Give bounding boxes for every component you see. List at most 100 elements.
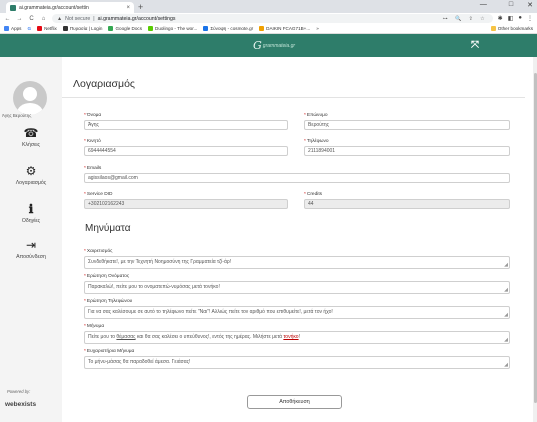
browser-tabstrip: ai.grammateia.gr/account/settin × + — □ … xyxy=(0,0,537,13)
bookmark-site-icon xyxy=(62,26,68,31)
last-name-group: *Επώνυμο Βερούτης xyxy=(304,113,510,130)
url-bar[interactable]: ▲ Not secure | ai.grammateia.gr/account/… xyxy=(52,14,493,23)
logo-text: grammateia.gr xyxy=(262,42,296,49)
sidebar-item-account[interactable]: ⚙ Λογαριασμός xyxy=(0,164,62,187)
logout-icon: ⇥ xyxy=(25,238,37,252)
resize-handle-icon[interactable]: ◢ xyxy=(504,363,508,368)
menu-kebab-icon[interactable]: ⋮ xyxy=(527,15,533,22)
ask-name-label: Ερώτηση Ονόματος xyxy=(86,274,130,279)
sidebar-item-label: Οδηγίες xyxy=(21,218,41,224)
fullscreen-expand-icon[interactable]: ⤧ xyxy=(471,40,479,51)
message-group: *Μήνυμα Πείτε μου το θέμασας και θα σας … xyxy=(84,324,510,344)
bookmark-item[interactable]: Πυρασία | Login xyxy=(62,26,102,31)
netflix-icon xyxy=(37,26,43,31)
spellcheck-word: θέμασας xyxy=(116,334,136,340)
message-label: Μήνυμα xyxy=(86,324,105,329)
url-text: ai.grammateia.gr/account/settings xyxy=(97,15,176,22)
profile-avatar-icon[interactable]: ● xyxy=(518,15,522,22)
other-bookmarks[interactable]: Other bookmarks xyxy=(490,26,533,31)
phone-field[interactable]: 2111894001 xyxy=(304,146,510,156)
message-textarea[interactable]: Πείτε μου το θέμασας και θα σας καλέσει … xyxy=(84,331,510,344)
security-status: Not secure xyxy=(65,15,91,22)
forward-arrow-icon[interactable]: → xyxy=(16,16,23,22)
sidebar-item-calls[interactable]: ☎ Κλήσεις xyxy=(0,127,62,149)
browser-tab[interactable]: ai.grammateia.gr/account/settin × xyxy=(6,2,134,13)
first-name-label: Όνομα xyxy=(86,113,102,118)
extension-icon[interactable]: ✱ xyxy=(498,15,503,22)
ask-phone-textarea[interactable]: Για να σας καλέσουμε σε αυτό το τηλέφωνο… xyxy=(84,306,510,319)
resize-handle-icon[interactable]: ◢ xyxy=(504,263,508,268)
sidebar-item-label: Κλήσεις xyxy=(21,142,41,148)
page-title: Λογαριασμός xyxy=(73,78,135,90)
first-name-field[interactable]: Άγης xyxy=(84,120,288,130)
bookmark-item[interactable]: Σύνοψη - cosmote.gr xyxy=(203,26,253,31)
emails-field[interactable]: agissilaos@gmail.com xyxy=(84,173,510,183)
greeting-label: Χαιρετισμός xyxy=(86,249,113,254)
app-header: G grammateia.gr ⤧ xyxy=(0,34,537,57)
divider xyxy=(62,97,525,98)
sidebar: Άγης Βερούτης ☎ Κλήσεις ⚙ Λογαριασμός ℹ … xyxy=(0,57,62,422)
bookmarks-overflow-button[interactable]: » xyxy=(316,26,319,31)
extensions-area: ✱ ◧ ● ⋮ xyxy=(498,15,533,22)
bookmark-item[interactable]: Duolingo - The wor... xyxy=(148,26,197,31)
restore-button[interactable]: □ xyxy=(509,1,513,9)
first-name-group: *Όνομα Άγης xyxy=(84,113,288,130)
back-arrow-icon[interactable]: ← xyxy=(4,16,11,22)
resize-handle-icon[interactable]: ◢ xyxy=(504,313,508,318)
brand-logo[interactable]: webexists xyxy=(5,401,36,408)
main-content: Λογαριασμός *Όνομα Άγης *Επώνυμο Βερούτη… xyxy=(62,57,537,422)
sidebar-username: Άγης Βερούτης xyxy=(2,113,32,118)
sidepanel-icon[interactable]: ◧ xyxy=(508,15,514,22)
save-button[interactable]: Αποθήκευση xyxy=(247,395,342,409)
powered-by-label: Powered by: xyxy=(7,389,31,394)
bookmark-item[interactable]: G xyxy=(27,26,31,31)
close-window-button[interactable]: ✕ xyxy=(527,1,533,9)
resize-handle-icon[interactable]: ◢ xyxy=(504,288,508,293)
emails-group: *Emails agissilaos@gmail.com xyxy=(84,166,510,183)
google-docs-icon xyxy=(108,26,114,31)
reload-icon[interactable]: C xyxy=(28,16,35,22)
bookmark-item[interactable]: Netflix xyxy=(37,26,57,31)
ask-phone-group: *Ερώτηση Τηλεφώνου Για να σας καλέσουμε … xyxy=(84,299,510,319)
new-tab-button[interactable]: + xyxy=(138,2,143,13)
ask-phone-label: Ερώτηση Τηλεφώνου xyxy=(86,299,133,304)
sidebar-item-logout[interactable]: ⇥ Αποσύνδεση xyxy=(0,238,62,261)
credits-label: Credits xyxy=(306,192,323,197)
spellcheck-word: τονήκο xyxy=(283,334,299,340)
cosmote-icon xyxy=(203,26,209,31)
bookmark-item[interactable]: DAIKIN FCAG71B+... xyxy=(259,26,310,31)
bookmark-item[interactable]: Google Docs xyxy=(108,26,142,31)
apps-grid-icon xyxy=(4,26,9,31)
thanks-group: *Ευχαριστήρια Μήνυμα Το μήνυ-μάσας θα πα… xyxy=(84,349,510,369)
last-name-label: Επώνυμο xyxy=(306,113,328,118)
greeting-textarea[interactable]: Συνδεθήκατε!, με την Τεχνητή Νοημοσύνη τ… xyxy=(84,256,510,269)
tab-close-icon[interactable]: × xyxy=(126,5,130,11)
app-logo[interactable]: G grammateia.gr xyxy=(253,39,295,52)
resize-handle-icon[interactable]: ◢ xyxy=(504,338,508,343)
credits-field: 44 xyxy=(304,199,510,209)
mobile-field[interactable]: 6944444554 xyxy=(84,146,288,156)
mobile-group: *Κινητό 6944444554 xyxy=(84,139,288,156)
last-name-field[interactable]: Βερούτης xyxy=(304,120,510,130)
phone-group: *Τηλέφωνο 2111894001 xyxy=(304,139,510,156)
tab-title: ai.grammateia.gr/account/settin xyxy=(19,4,89,11)
ask-name-group: *Ερώτηση Ονόματος Παρακαλώ!, πείτε μου τ… xyxy=(84,274,510,294)
sidebar-item-instructions[interactable]: ℹ Οδηγίες xyxy=(0,203,62,225)
scrollbar-thumb[interactable] xyxy=(533,73,537,403)
home-icon[interactable]: ⌂ xyxy=(40,16,47,22)
page-scrollbar[interactable] xyxy=(533,57,537,422)
omnibox-actions-icons[interactable]: ⊶ 🔍 ⇪ ☆ xyxy=(443,16,488,22)
thanks-textarea[interactable]: Το μήνυ-μάσας θα παραδοθεί άμεσα. Γειάσα… xyxy=(84,356,510,369)
minimize-button[interactable]: — xyxy=(480,1,487,9)
bookmark-item[interactable]: Apps xyxy=(4,26,21,31)
duolingo-icon xyxy=(148,26,153,31)
sidebar-item-label: Αποσύνδεση xyxy=(16,254,46,260)
gear-icon: ⚙ xyxy=(25,164,37,178)
messages-section-title: Μηνύματα xyxy=(85,223,131,234)
service-did-field: +302102162243 xyxy=(84,199,288,209)
greeting-group: *Χαιρετισμός Συνδεθήκατε!, με την Τεχνητ… xyxy=(84,249,510,269)
logo-mark: G xyxy=(253,39,262,52)
service-did-group: *Service DID +302102162243 xyxy=(84,192,288,209)
emails-label: Emails xyxy=(86,166,102,171)
ask-name-textarea[interactable]: Παρακαλώ!, πείτε μου το ονοματεπώ-νυμόσα… xyxy=(84,281,510,294)
